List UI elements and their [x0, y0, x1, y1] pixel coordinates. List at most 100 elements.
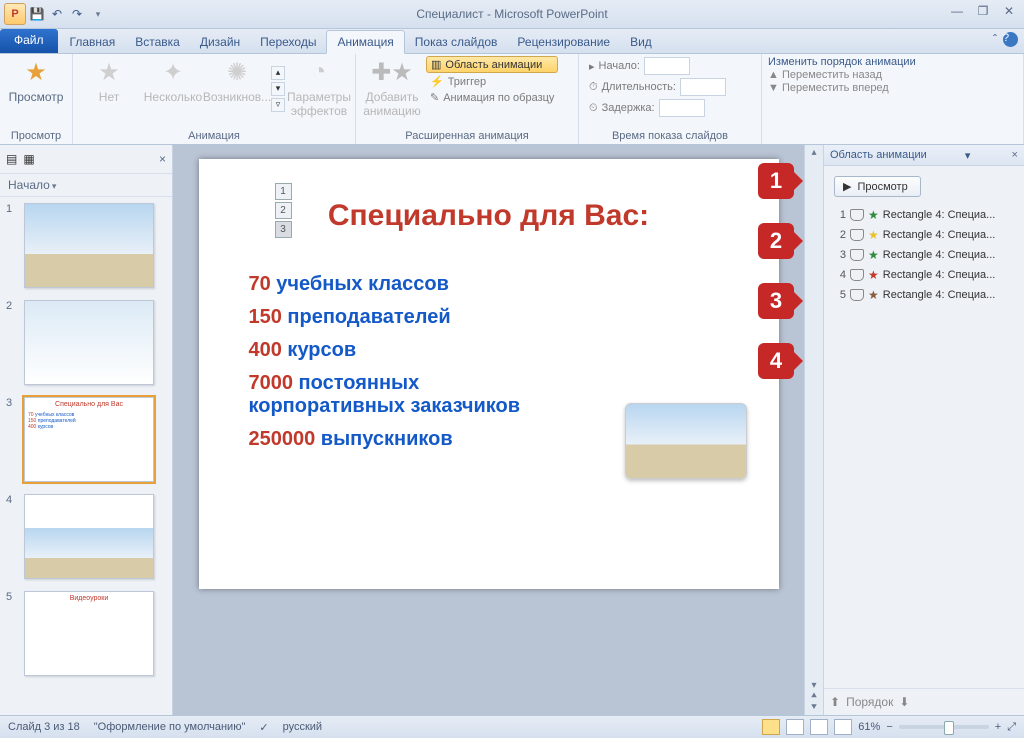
mouse-click-icon: [850, 269, 864, 281]
effect-options-button[interactable]: ◔ Параметры эффектов: [289, 56, 349, 118]
restore-icon[interactable]: ❐: [972, 0, 994, 22]
tab-transitions[interactable]: Переходы: [250, 31, 326, 53]
animation-item[interactable]: 2★Rectangle 4: Специа...: [834, 225, 1014, 245]
fit-window-icon[interactable]: ⤢: [1007, 721, 1016, 734]
save-icon[interactable]: 💾: [28, 5, 46, 23]
next-slide-icon[interactable]: ⯆: [810, 702, 818, 713]
gallery-down-icon[interactable]: ▾: [271, 82, 285, 96]
panel-close-icon[interactable]: ×: [159, 152, 166, 166]
sorter-view-button[interactable]: [786, 719, 804, 735]
start-input[interactable]: [644, 57, 690, 75]
slide-thumbnail[interactable]: Видеоуроки: [24, 591, 154, 676]
tab-insert[interactable]: Вставка: [125, 31, 190, 53]
pane-close-icon[interactable]: ×: [1009, 149, 1018, 161]
seq-tag[interactable]: 1: [275, 183, 292, 200]
slide-thumbnail[interactable]: [24, 203, 154, 288]
section-header[interactable]: Начало: [8, 178, 56, 192]
tab-animations[interactable]: Анимация: [326, 30, 404, 54]
preview-icon: ★: [20, 56, 52, 88]
reorder-down-icon[interactable]: ⬇: [899, 695, 909, 709]
duration-input[interactable]: [680, 78, 726, 96]
scroll-down-icon[interactable]: ▾: [811, 680, 816, 691]
slide-stage[interactable]: 1 2 3 Специально для Вас: 70 учебных кла…: [173, 145, 804, 715]
animation-item[interactable]: 3★Rectangle 4: Специа...: [834, 245, 1014, 265]
window-title: Специалист - Microsoft PowerPoint: [0, 7, 1024, 21]
zoom-in-icon[interactable]: +: [995, 721, 1001, 733]
scroll-up-icon[interactable]: ▴: [811, 147, 816, 158]
slide-canvas[interactable]: 1 2 3 Специально для Вас: 70 учебных кла…: [199, 159, 779, 589]
slide-thumbnail[interactable]: Специально для Вас 70 учебных классов 15…: [24, 397, 154, 482]
tab-home[interactable]: Главная: [60, 31, 126, 53]
redo-icon[interactable]: ↷: [68, 5, 86, 23]
minimize-icon[interactable]: —: [946, 0, 968, 22]
animation-item-label: Rectangle 4: Специа...: [883, 289, 996, 301]
seq-tag[interactable]: 3: [275, 221, 292, 238]
slide-title[interactable]: Специально для Вас:: [249, 199, 729, 233]
add-animation-button[interactable]: ✚★ Добавить анимацию: [362, 56, 422, 118]
animation-list[interactable]: 1★Rectangle 4: Специа...2★Rectangle 4: С…: [834, 205, 1014, 305]
trigger-button[interactable]: ⚡ Триггер: [426, 74, 558, 89]
tab-review[interactable]: Рецензирование: [507, 31, 620, 53]
normal-view-button[interactable]: [762, 719, 780, 735]
language-label[interactable]: русский: [283, 721, 322, 733]
callout-marker: 1: [758, 163, 794, 199]
play-button[interactable]: ▶ Просмотр: [834, 176, 921, 197]
theme-label: "Оформление по умолчанию": [94, 721, 246, 733]
animation-item[interactable]: 4★Rectangle 4: Специа...: [834, 265, 1014, 285]
slideshow-view-button[interactable]: [834, 719, 852, 735]
slide-thumbnail[interactable]: [24, 494, 154, 579]
minimize-ribbon-icon[interactable]: ˆ: [993, 32, 997, 47]
tab-slideshow[interactable]: Показ слайдов: [405, 31, 508, 53]
slide-line[interactable]: 70 учебных классов: [249, 273, 729, 296]
preview-button[interactable]: ★ Просмотр: [6, 56, 66, 104]
gallery-more-icon[interactable]: ▿: [271, 98, 285, 112]
add-animation-icon: ✚★: [376, 56, 408, 88]
vertical-scrollbar[interactable]: ▴ ▾ ⯅ ⯆: [804, 145, 823, 715]
seq-tag[interactable]: 2: [275, 202, 292, 219]
effect-star-icon: ★: [868, 228, 879, 242]
undo-icon[interactable]: ↶: [48, 5, 66, 23]
slide-line[interactable]: 150 преподавателей: [249, 306, 729, 329]
slide-line[interactable]: 7000 постоянных корпоративных заказчиков: [249, 372, 549, 418]
slide-counter[interactable]: Слайд 3 из 18: [8, 721, 80, 733]
reading-view-button[interactable]: [810, 719, 828, 735]
outline-tab-icon[interactable]: ▤: [6, 152, 17, 166]
animation-item-label: Rectangle 4: Специа...: [883, 269, 996, 281]
start-field[interactable]: ▸ Начало:: [585, 56, 755, 76]
gallery-up-icon[interactable]: ▴: [271, 66, 285, 80]
thumbnail-list[interactable]: 1 2 3 Специально для Вас 70 учебных клас…: [0, 197, 172, 715]
animation-pane-button[interactable]: ▥ Область анимации: [426, 56, 558, 73]
slide-line[interactable]: 400 курсов: [249, 339, 729, 362]
anim-several[interactable]: ✦ Несколько: [143, 56, 203, 104]
tab-view[interactable]: Вид: [620, 31, 662, 53]
zoom-slider[interactable]: [899, 725, 989, 729]
duration-field[interactable]: ⏱ Длительность:: [585, 77, 755, 97]
prev-slide-icon[interactable]: ⯅: [810, 691, 818, 702]
anim-appear[interactable]: ✺ Возникнов...: [207, 56, 267, 104]
help-icon[interactable]: ?: [1003, 32, 1018, 47]
slide-thumbnail[interactable]: [24, 300, 154, 385]
mouse-click-icon: [850, 209, 864, 221]
app-icon[interactable]: P: [4, 3, 26, 25]
zoom-level[interactable]: 61%: [858, 721, 880, 733]
star-icon: ✦: [157, 56, 189, 88]
slide-image[interactable]: [625, 403, 747, 479]
status-bar: Слайд 3 из 18 "Оформление по умолчанию" …: [0, 715, 1024, 738]
pane-menu-icon[interactable]: ▾: [965, 149, 971, 162]
animation-painter-button[interactable]: ✎ Анимация по образцу: [426, 90, 558, 105]
animation-item[interactable]: 1★Rectangle 4: Специа...: [834, 205, 1014, 225]
move-earlier-button[interactable]: ▲ Переместить назад: [768, 69, 916, 81]
spellcheck-icon[interactable]: ✓: [259, 721, 268, 734]
delay-field[interactable]: ⏲ Задержка:: [585, 98, 755, 118]
move-later-button[interactable]: ▼ Переместить вперед: [768, 82, 916, 94]
close-icon[interactable]: ✕: [998, 0, 1020, 22]
slides-tab-icon[interactable]: ▦: [23, 152, 34, 166]
anim-none[interactable]: ★ Нет: [79, 56, 139, 104]
zoom-out-icon[interactable]: −: [886, 721, 892, 733]
qat-menu-icon[interactable]: [88, 5, 106, 23]
animation-item[interactable]: 5★Rectangle 4: Специа...: [834, 285, 1014, 305]
tab-design[interactable]: Дизайн: [190, 31, 250, 53]
delay-input[interactable]: [659, 99, 705, 117]
file-tab[interactable]: Файл: [0, 29, 58, 53]
reorder-up-icon[interactable]: ⬆: [830, 695, 840, 709]
